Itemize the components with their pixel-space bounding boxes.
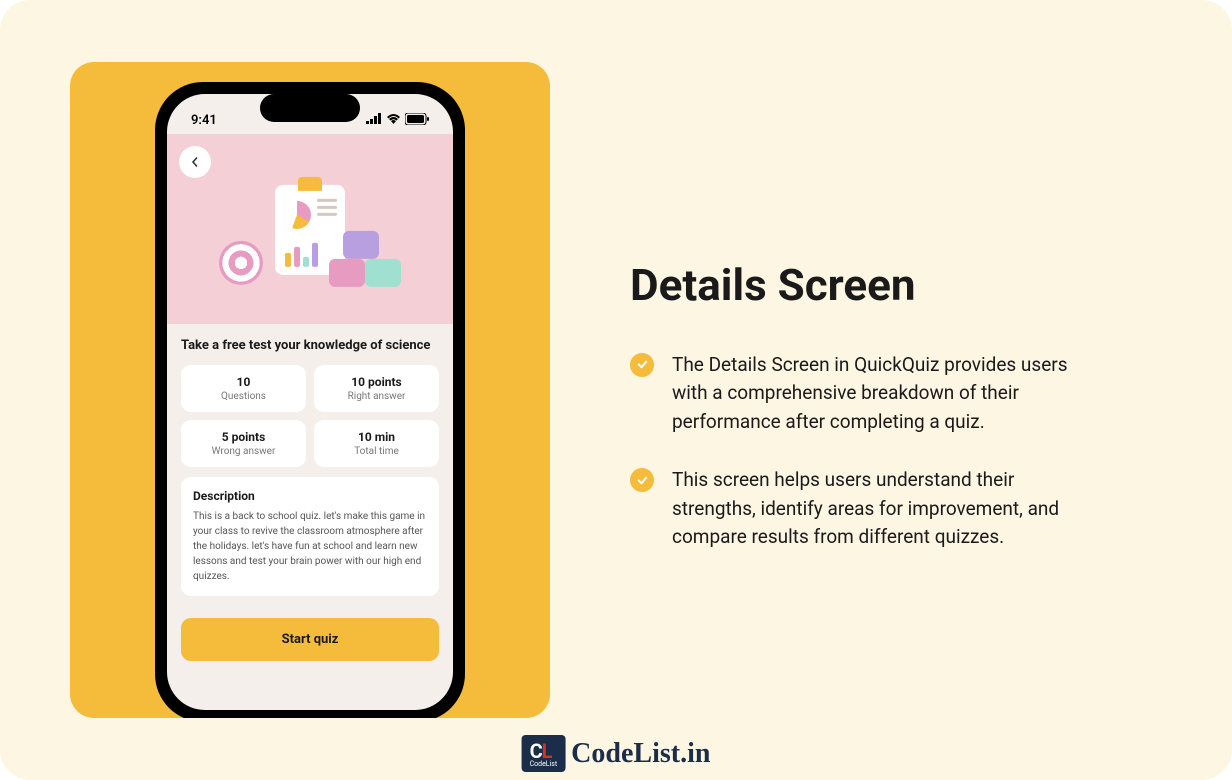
chevron-left-icon: [190, 157, 200, 167]
stat-value: 10: [187, 375, 300, 389]
page-card: 9:41: [0, 0, 1232, 780]
content-row: 9:41: [0, 0, 1232, 780]
feature-bullet: The Details Screen in QuickQuiz provides…: [630, 351, 1162, 437]
stat-card: 5 points Wrong answer: [181, 420, 306, 467]
stats-grid: 10 Questions 10 points Right answer 5 poin…: [181, 365, 439, 467]
stat-label: Right answer: [320, 391, 433, 402]
start-quiz-button[interactable]: Start quiz: [181, 618, 439, 661]
target-icon: [219, 241, 263, 285]
battery-icon: [405, 113, 429, 129]
stat-card: 10 min Total time: [314, 420, 439, 467]
phone-frame: 9:41: [155, 82, 465, 718]
watermark-badge-sub: CodeList: [530, 760, 558, 768]
status-icons: [366, 113, 429, 129]
status-time: 9:41: [191, 113, 217, 128]
bullet-text: This screen helps users understand their…: [672, 466, 1092, 552]
quiz-body: Take a free test your knowledge of scien…: [167, 324, 453, 661]
back-button[interactable]: [179, 146, 211, 178]
description-text: This is a back to school quiz. let's mak…: [193, 509, 427, 584]
stat-value: 5 points: [187, 430, 300, 444]
stat-value: 10 points: [320, 375, 433, 389]
stat-card: 10 points Right answer: [314, 365, 439, 412]
wifi-icon: [386, 113, 401, 128]
check-icon: [630, 468, 654, 492]
watermark-text: CodeList.in: [571, 738, 710, 770]
quiz-title: Take a free test your knowledge of scien…: [181, 338, 439, 353]
phone-showcase-panel: 9:41: [70, 62, 550, 718]
check-icon: [630, 353, 654, 377]
text-panel: Details Screen The Details Screen in Qui…: [630, 199, 1162, 582]
stat-label: Questions: [187, 391, 300, 402]
phone-notch: [260, 94, 360, 122]
hero-illustration: [275, 185, 345, 283]
watermark: CL CodeList CodeList.in: [522, 735, 711, 772]
description-heading: Description: [193, 489, 427, 503]
stat-card: 10 Questions: [181, 365, 306, 412]
stat-label: Total time: [320, 446, 433, 457]
watermark-badge: CL CodeList: [522, 735, 566, 772]
page-heading: Details Screen: [630, 259, 1162, 311]
feature-bullet: This screen helps users understand their…: [630, 466, 1162, 552]
signal-icon: [366, 113, 382, 128]
bullet-text: The Details Screen in QuickQuiz provides…: [672, 351, 1092, 437]
quiz-hero: [167, 134, 453, 324]
puzzle-icon: [329, 231, 401, 287]
stat-value: 10 min: [320, 430, 433, 444]
description-card: Description This is a back to school qui…: [181, 477, 439, 596]
stat-label: Wrong answer: [187, 446, 300, 457]
phone-screen: 9:41: [167, 94, 453, 710]
